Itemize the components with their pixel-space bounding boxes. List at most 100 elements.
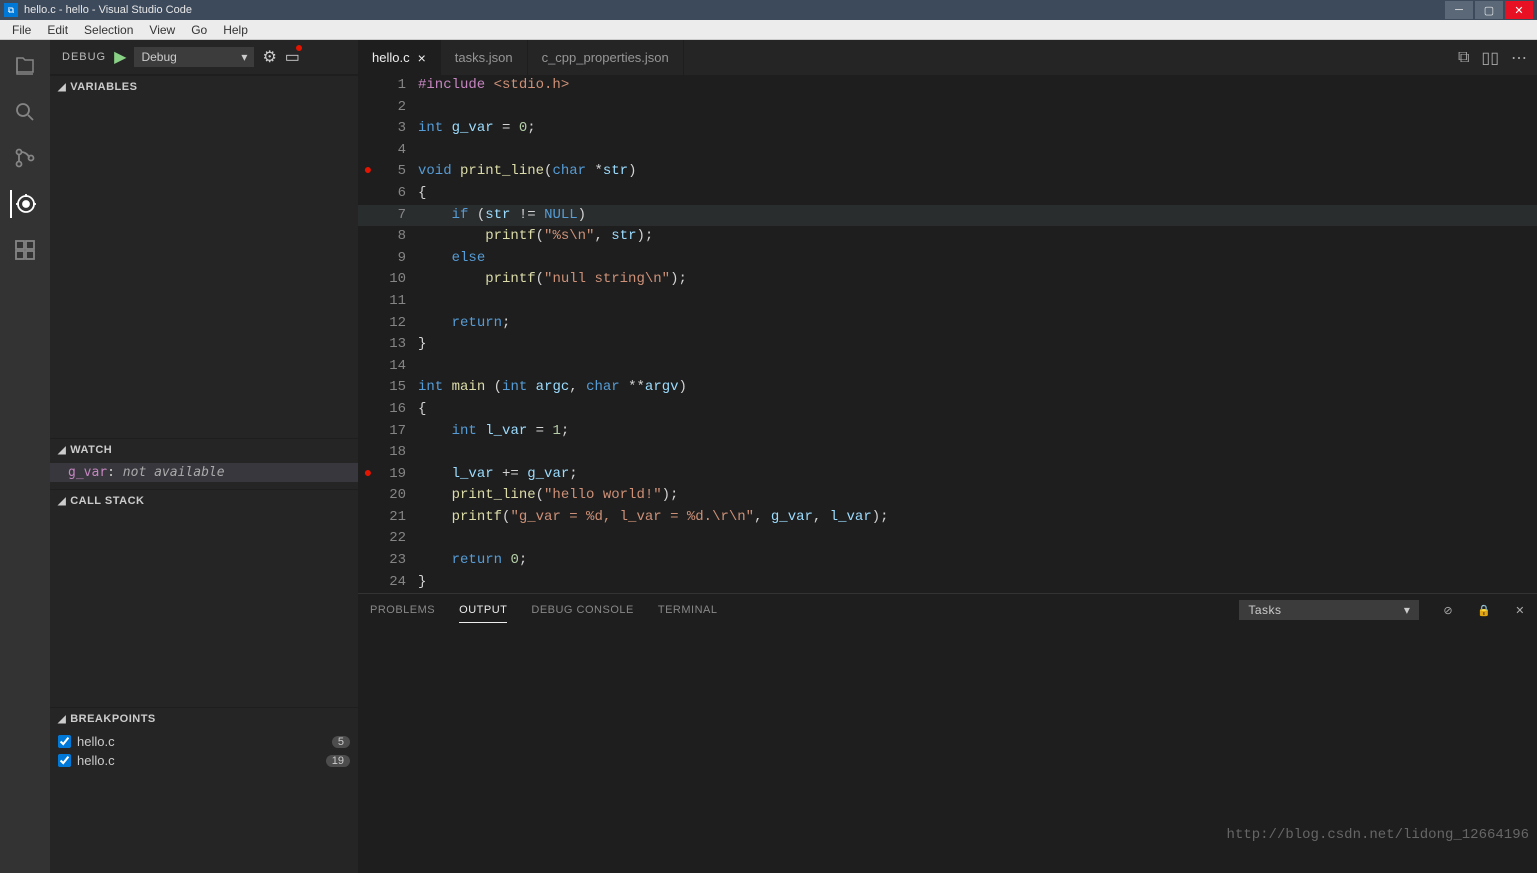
code-content[interactable]: int main (int argc, char **argv) (418, 377, 1537, 399)
breakpoint-gutter[interactable] (358, 226, 378, 248)
breakpoint-gutter[interactable]: ● (358, 464, 378, 486)
code-line[interactable]: 20 print_line("hello world!"); (358, 485, 1537, 507)
breakpoint-gutter[interactable] (358, 75, 378, 97)
code-content[interactable]: return; (418, 313, 1537, 335)
clear-icon[interactable]: ⊘ (1443, 604, 1453, 617)
code-line[interactable]: 11 (358, 291, 1537, 313)
panel-tab-debug-console[interactable]: DEBUG CONSOLE (531, 598, 633, 622)
source-control-icon[interactable] (11, 144, 39, 172)
split-icon[interactable]: ▯▯ (1481, 48, 1499, 68)
watch-item[interactable]: g_var: not available (50, 463, 358, 482)
code-content[interactable] (418, 140, 1537, 162)
breakpoint-gutter[interactable] (358, 356, 378, 378)
tab-c_cpp_properties-json[interactable]: c_cpp_properties.json (528, 40, 684, 75)
code-content[interactable] (418, 291, 1537, 313)
code-content[interactable]: printf("%s\n", str); (418, 226, 1537, 248)
code-line[interactable]: 7 if (str != NULL) (358, 205, 1537, 227)
code-line[interactable]: 24} (358, 572, 1537, 593)
code-content[interactable]: { (418, 399, 1537, 421)
code-content[interactable]: else (418, 248, 1537, 270)
breakpoint-gutter[interactable] (358, 507, 378, 529)
breakpoints-header[interactable]: ◢ BREAKPOINTS (50, 708, 358, 730)
output-channel-select[interactable]: Tasks ▾ (1239, 600, 1419, 620)
close-icon[interactable]: × (418, 50, 426, 66)
code-line[interactable]: 6{ (358, 183, 1537, 205)
code-line[interactable]: 1#include <stdio.h> (358, 75, 1537, 97)
tab-tasks-json[interactable]: tasks.json (441, 40, 528, 75)
breakpoint-item[interactable]: hello.c19 (50, 751, 358, 770)
code-line[interactable]: 9 else (358, 248, 1537, 270)
extensions-icon[interactable] (11, 236, 39, 264)
debug-console-button[interactable]: ▭ (285, 47, 300, 67)
code-line[interactable]: 23 return 0; (358, 550, 1537, 572)
code-line[interactable]: 8 printf("%s\n", str); (358, 226, 1537, 248)
code-content[interactable]: { (418, 183, 1537, 205)
debug-icon[interactable] (10, 190, 38, 218)
code-line[interactable]: 15int main (int argc, char **argv) (358, 377, 1537, 399)
code-editor[interactable]: 1#include <stdio.h>23int g_var = 0;4●5vo… (358, 75, 1537, 593)
code-content[interactable]: } (418, 572, 1537, 593)
code-content[interactable] (418, 442, 1537, 464)
breakpoint-gutter[interactable] (358, 248, 378, 270)
code-line[interactable]: 12 return; (358, 313, 1537, 335)
close-panel-icon[interactable]: ✕ (1515, 604, 1525, 617)
code-content[interactable]: l_var += g_var; (418, 464, 1537, 486)
code-line[interactable]: 16{ (358, 399, 1537, 421)
breakpoint-gutter[interactable]: ● (358, 161, 378, 183)
menu-file[interactable]: File (4, 23, 39, 37)
panel-tab-problems[interactable]: PROBLEMS (370, 598, 435, 622)
code-content[interactable]: } (418, 334, 1537, 356)
code-content[interactable]: if (str != NULL) (418, 205, 1537, 227)
code-content[interactable]: int l_var = 1; (418, 421, 1537, 443)
breakpoint-gutter[interactable] (358, 291, 378, 313)
breakpoint-gutter[interactable] (358, 572, 378, 593)
code-line[interactable]: 4 (358, 140, 1537, 162)
breakpoint-gutter[interactable] (358, 140, 378, 162)
code-line[interactable]: 13} (358, 334, 1537, 356)
close-button[interactable]: ✕ (1505, 1, 1533, 19)
maximize-button[interactable]: ▢ (1475, 1, 1503, 19)
code-line[interactable]: 2 (358, 97, 1537, 119)
variables-header[interactable]: ◢ VARIABLES (50, 76, 358, 98)
breakpoint-gutter[interactable] (358, 313, 378, 335)
breakpoint-gutter[interactable] (358, 442, 378, 464)
code-line[interactable]: 14 (358, 356, 1537, 378)
code-line[interactable]: 17 int l_var = 1; (358, 421, 1537, 443)
code-content[interactable]: int g_var = 0; (418, 118, 1537, 140)
breakpoint-gutter[interactable] (358, 183, 378, 205)
breakpoint-gutter[interactable] (358, 550, 378, 572)
code-line[interactable]: 3int g_var = 0; (358, 118, 1537, 140)
menu-help[interactable]: Help (215, 23, 256, 37)
code-content[interactable]: void print_line(char *str) (418, 161, 1537, 183)
lock-icon[interactable]: 🔒 (1477, 604, 1491, 617)
watch-header[interactable]: ◢ WATCH (50, 439, 358, 461)
breakpoint-gutter[interactable] (358, 377, 378, 399)
code-content[interactable]: printf("null string\n"); (418, 269, 1537, 291)
explorer-icon[interactable] (11, 52, 39, 80)
breakpoint-gutter[interactable] (358, 269, 378, 291)
compare-icon[interactable]: ⧉ (1458, 49, 1469, 67)
breakpoint-gutter[interactable] (358, 485, 378, 507)
breakpoint-checkbox[interactable] (58, 735, 71, 748)
code-content[interactable]: print_line("hello world!"); (418, 485, 1537, 507)
more-icon[interactable]: ⋯ (1511, 48, 1527, 68)
search-icon[interactable] (11, 98, 39, 126)
code-line[interactable]: 10 printf("null string\n"); (358, 269, 1537, 291)
code-content[interactable] (418, 356, 1537, 378)
code-content[interactable]: #include <stdio.h> (418, 75, 1537, 97)
gear-icon[interactable]: ⚙ (262, 47, 276, 67)
menu-view[interactable]: View (141, 23, 183, 37)
menu-edit[interactable]: Edit (39, 23, 76, 37)
code-line[interactable]: 22 (358, 528, 1537, 550)
panel-tab-terminal[interactable]: TERMINAL (658, 598, 718, 622)
menu-go[interactable]: Go (183, 23, 215, 37)
code-content[interactable]: return 0; (418, 550, 1537, 572)
code-content[interactable]: printf("g_var = %d, l_var = %d.\r\n", g_… (418, 507, 1537, 529)
breakpoint-item[interactable]: hello.c5 (50, 732, 358, 751)
panel-tab-output[interactable]: OUTPUT (459, 598, 507, 623)
code-content[interactable] (418, 97, 1537, 119)
debug-config-select[interactable]: Debug ▾ (134, 47, 254, 67)
code-line[interactable]: ●5void print_line(char *str) (358, 161, 1537, 183)
breakpoint-gutter[interactable] (358, 528, 378, 550)
breakpoint-gutter[interactable] (358, 205, 378, 227)
